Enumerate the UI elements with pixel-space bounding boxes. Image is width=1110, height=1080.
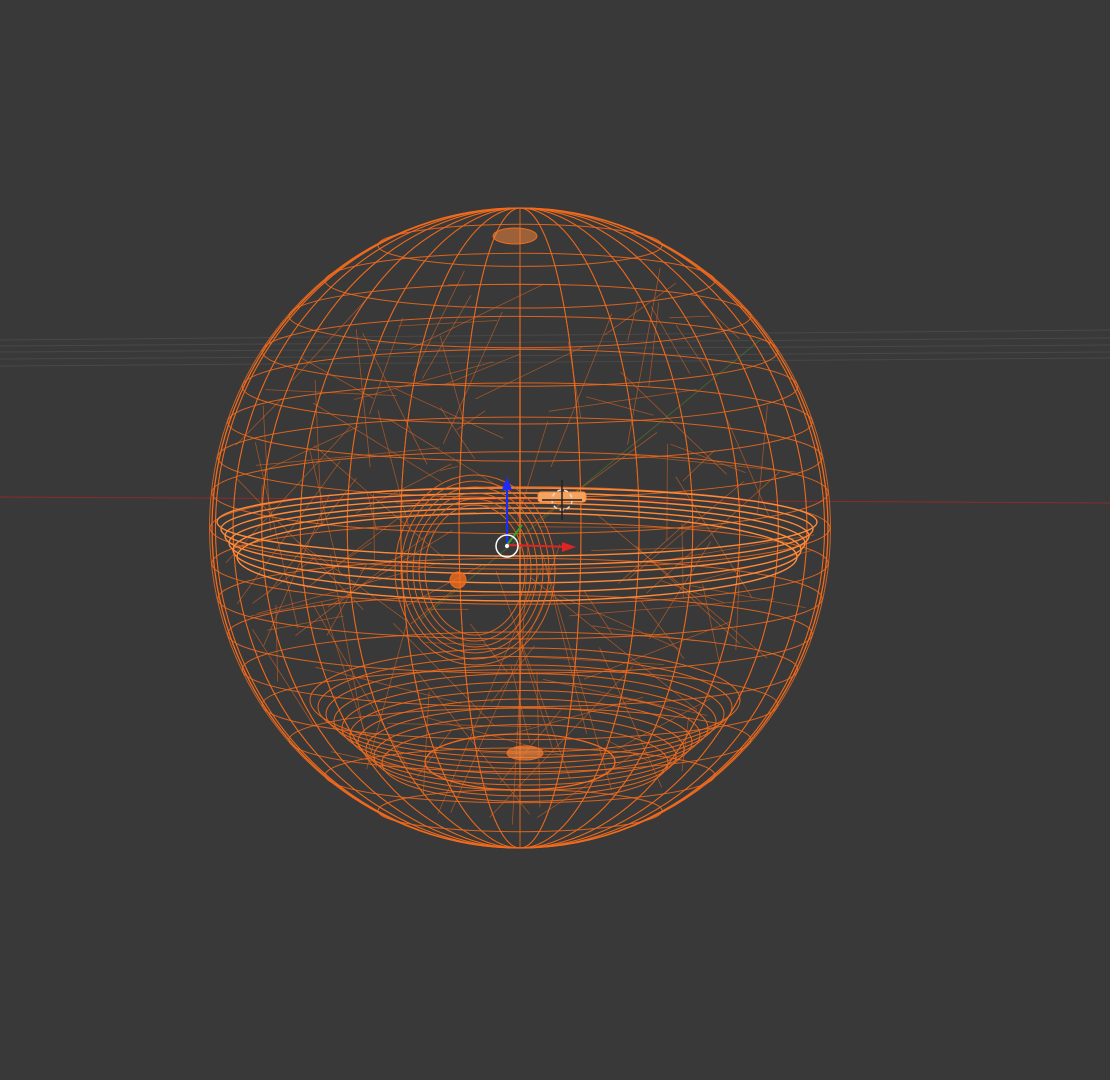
sphere-mesh-edge	[440, 407, 476, 460]
sphere-mesh-edge	[422, 294, 472, 379]
sphere-mesh-edge	[398, 320, 498, 327]
object-origin-dot	[505, 544, 509, 548]
equator-seam-band	[236, 512, 798, 602]
sphere-mesh-edge	[369, 317, 404, 415]
top-cap	[492, 227, 538, 245]
sphere-mesh-edge	[585, 396, 654, 416]
sphere-mesh-edge	[669, 315, 710, 319]
sphere-mesh-edge	[548, 389, 697, 412]
inner-button-ring	[406, 486, 544, 654]
inner-button-ring	[424, 504, 526, 636]
3d-viewport[interactable]	[0, 0, 1110, 1080]
sphere-mesh-edge	[475, 346, 583, 400]
sphere-mesh-edge	[445, 353, 520, 385]
sphere-mesh-edge	[569, 598, 775, 617]
sphere-mesh-edge	[604, 282, 677, 336]
viewport-canvas[interactable]	[0, 0, 1110, 1080]
sphere-mesh-edge	[327, 530, 453, 608]
bottom-cap	[506, 745, 544, 761]
sphere-mesh-edge	[757, 405, 768, 513]
sphere-mesh-edge	[675, 324, 710, 374]
sphere-mesh-edge	[235, 397, 283, 446]
sphere-mesh-edge	[557, 594, 680, 650]
sphere-mesh-edge	[312, 402, 442, 483]
sphere-mesh-edge	[252, 629, 315, 727]
sphere-mesh-edge	[410, 588, 455, 625]
inner-button-core	[449, 571, 467, 589]
sphere-mesh-edge	[627, 268, 661, 445]
sphere-mesh-edge	[530, 656, 664, 665]
sphere-mesh-edge	[550, 313, 613, 468]
sphere-mesh-edge	[542, 678, 708, 716]
equator-seam-band	[220, 492, 814, 566]
sphere-mesh-edge	[583, 621, 731, 680]
sphere-mesh-edge	[266, 477, 357, 596]
sphere-mesh-edge	[235, 477, 364, 610]
gizmo-x-arrow[interactable]	[562, 542, 576, 552]
gizmo-z-arrow[interactable]	[502, 477, 512, 490]
sphere-mesh-edge	[538, 526, 728, 529]
sphere-mesh-edge	[256, 447, 440, 466]
sphere-mesh-edge	[648, 302, 660, 387]
sphere-mesh-edge	[456, 410, 486, 431]
inner-button-ring	[418, 498, 532, 642]
sphere-mesh-edge	[250, 595, 351, 617]
